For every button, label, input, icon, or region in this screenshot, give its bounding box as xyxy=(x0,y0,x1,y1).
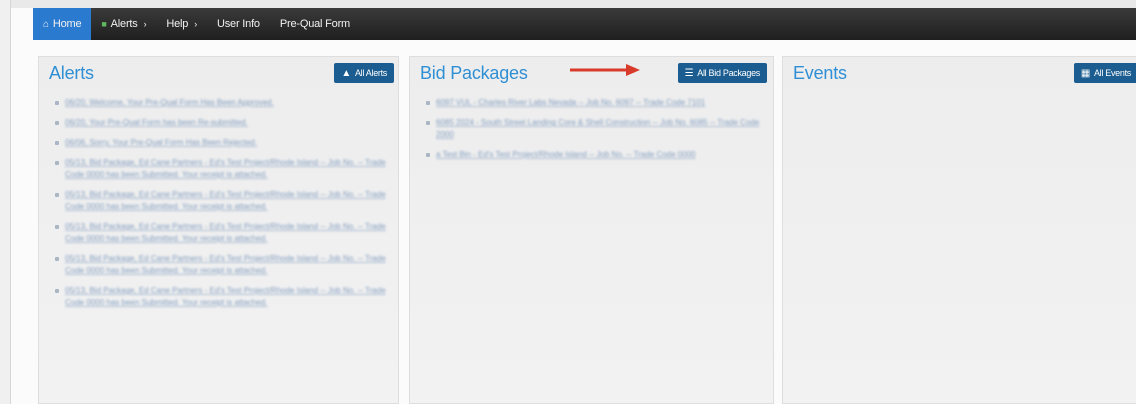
list-item: 05/13, Bid Package, Ed Cane Partners - E… xyxy=(53,221,386,245)
chevron-right-icon: › xyxy=(143,19,147,29)
bid-packages-list: 6097 VUL - Charles River Labs Nevada -- … xyxy=(424,97,761,169)
nav-home-label: Home xyxy=(52,18,82,30)
list-item: 06/20, Your Pre-Qual Form has been Re-su… xyxy=(53,117,386,129)
calendar-icon: ▦ xyxy=(1080,67,1090,79)
chevron-right-icon: › xyxy=(194,19,198,29)
red-arrow-annotation xyxy=(570,64,640,76)
list-item: 05/13, Bid Package, Ed Cane Partners - E… xyxy=(53,253,386,277)
nav-alerts-label: Alerts xyxy=(110,18,138,30)
bid-package-link[interactable]: 6097 VUL - Charles River Labs Nevada -- … xyxy=(436,97,761,109)
nav-prequal-form-label: Pre-Qual Form xyxy=(279,18,350,30)
alert-link[interactable]: 05/13, Bid Package, Ed Cane Partners - E… xyxy=(65,189,386,213)
alert-link[interactable]: 05/13, Bid Package, Ed Cane Partners - E… xyxy=(65,221,386,245)
all-events-button[interactable]: ▦ All Events xyxy=(1073,63,1136,83)
bid-packages-panel: Bid Packages ☰ All Bid Packages 6097 VUL… xyxy=(409,56,774,404)
alert-icon: ■ xyxy=(101,19,107,29)
all-events-label: All Events xyxy=(1093,68,1131,78)
nav-help-label: Help xyxy=(166,18,189,30)
alert-link[interactable]: 06/20, Welcome, Your Pre-Qual Form Has B… xyxy=(65,97,386,109)
alert-link[interactable]: 05/13, Bid Package, Ed Cane Partners - E… xyxy=(65,157,386,181)
all-bid-packages-button[interactable]: ☰ All Bid Packages xyxy=(677,63,767,83)
list-item: 06/20, Welcome, Your Pre-Qual Form Has B… xyxy=(53,97,386,109)
nav-user-info-label: User Info xyxy=(217,18,260,30)
list-item: 6085 2024 - South Street Landing Core & … xyxy=(424,117,761,141)
list-item: 05/13, Bid Package, Ed Cane Partners - E… xyxy=(53,285,386,309)
nav-user-info[interactable]: User Info xyxy=(207,8,270,40)
alert-link[interactable]: 05/13, Bid Package, Ed Cane Partners - E… xyxy=(65,253,386,277)
nav-alerts[interactable]: ■ Alerts › xyxy=(91,8,156,40)
list-item: 6097 VUL - Charles River Labs Nevada -- … xyxy=(424,97,761,109)
list-item: 05/13, Bid Package, Ed Cane Partners - E… xyxy=(53,157,386,181)
list-icon: ☰ xyxy=(684,67,694,79)
top-header-strip xyxy=(11,0,1136,8)
alerts-panel: Alerts ▲ All Alerts 06/20, Welcome, Your… xyxy=(38,56,399,404)
nav-prequal-form[interactable]: Pre-Qual Form xyxy=(270,8,360,40)
list-item: a Test Bin - Ed's Test Project/Rhode Isl… xyxy=(424,149,761,161)
all-alerts-button[interactable]: ▲ All Alerts xyxy=(334,63,394,83)
nav-help[interactable]: Help › xyxy=(156,8,207,40)
list-item: 05/13, Bid Package, Ed Cane Partners - E… xyxy=(53,189,386,213)
events-title: Events xyxy=(793,63,847,83)
events-panel: Events ▦ All Events xyxy=(782,56,1136,404)
bid-package-link[interactable]: a Test Bin - Ed's Test Project/Rhode Isl… xyxy=(436,149,761,161)
bid-packages-title: Bid Packages xyxy=(420,63,528,83)
alert-link[interactable]: 06/06, Sorry, Your Pre-Qual Form Has Bee… xyxy=(65,137,386,149)
alert-link[interactable]: 05/13, Bid Package, Ed Cane Partners - E… xyxy=(65,285,386,309)
home-icon: ⌂ xyxy=(43,18,49,30)
all-alerts-label: All Alerts xyxy=(354,68,387,78)
list-item: 06/06, Sorry, Your Pre-Qual Form Has Bee… xyxy=(53,137,386,149)
warning-icon: ▲ xyxy=(341,67,351,79)
nav-home[interactable]: ⌂ Home xyxy=(33,8,92,40)
alerts-title: Alerts xyxy=(49,63,94,83)
alert-link[interactable]: 06/20, Your Pre-Qual Form has been Re-su… xyxy=(65,117,386,129)
bid-package-link[interactable]: 6085 2024 - South Street Landing Core & … xyxy=(436,117,761,141)
left-edge xyxy=(0,0,11,404)
main-navbar: ⌂ Home ■ Alerts › Help › User Info Pre-Q… xyxy=(33,8,1136,40)
alerts-list: 06/20, Welcome, Your Pre-Qual Form Has B… xyxy=(53,97,386,317)
all-bid-packages-label: All Bid Packages xyxy=(697,68,760,78)
